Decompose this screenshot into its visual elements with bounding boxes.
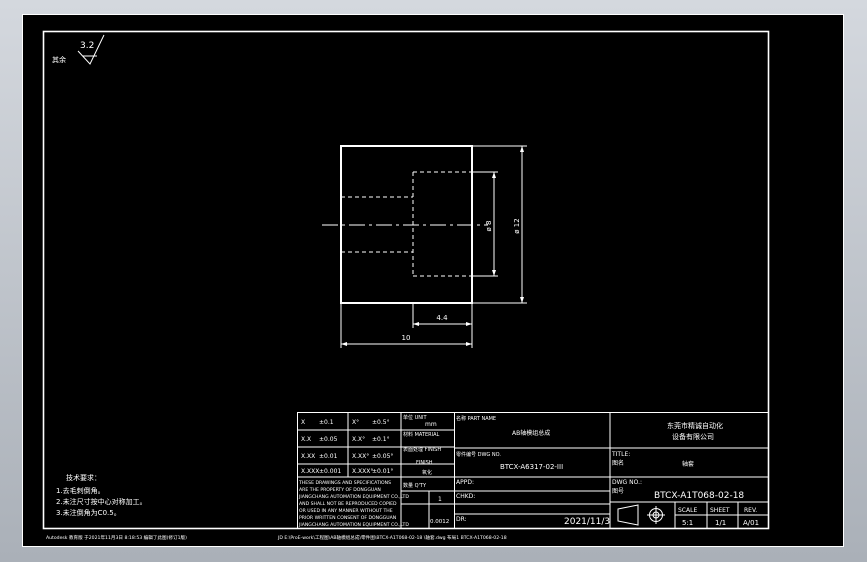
notice-line: PRIOR WRITTEN CONSENT OF DONGGUAN [299,515,396,521]
tol-cell: X.XX° [352,453,369,460]
bore-depth-dimension: 4.4 [436,314,448,322]
qty-label: 数量 Q'TY [403,482,427,489]
technical-notes: 技术要求： 1.去毛刺倒角。 2.未注尺寸按中心对称加工。 3.未注倒角为C0.… [56,473,147,517]
appd-label: APPD: [456,479,474,486]
drawing-sheet: 3.2 其余 ø 8 ø 12 4.4 10 技术要求： 1.去毛刺倒角。 2.… [22,14,844,547]
tol-cell: X.X [301,436,311,443]
company-name: 设备有限公司 [672,432,714,441]
finish-label: 表面处理 FINISH [403,446,441,453]
weight-value: 0.0012 [430,519,449,525]
tol-cell: X.XXX° [352,468,373,475]
tol-cell: ±0.01 [319,453,338,460]
title-value: 轴套 [682,460,694,468]
note-item: 1.去毛刺倒角。 [56,486,105,495]
sheet-label: SHEET [710,507,730,514]
tol-cell: X [301,419,305,426]
tol-cell: ±0.001 [319,468,341,475]
drawing-date: 2021/11/3 [564,517,610,527]
rev-label: REV. [744,507,757,514]
tol-cell: ±0.01° [372,468,393,475]
dwg-no-label: DWG NO.: [612,479,642,486]
part-name-value: AB轴模组总成 [512,429,550,437]
tol-cell: ±0.05 [319,436,338,443]
tol-cell: ±0.1 [319,419,334,426]
tol-cell: ±0.1° [372,436,390,443]
part-view [322,145,488,304]
title-label: TITLE: [611,451,630,458]
tol-cell: X.X° [352,436,365,443]
length-dimension: 10 [402,334,411,342]
notice-line: OR USED IN ANY MANNER WITHOUT THE [299,508,393,514]
outer-border [22,14,844,547]
tolerance-table: X ±0.1 X° ±0.5° X.X ±0.05 X.X° ±0.1° X.X… [297,412,455,529]
notice-line: ARE THE PROPERTY OF DONGGUAN [299,487,381,493]
application-frame: 3.2 其余 ø 8 ø 12 4.4 10 技术要求： 1.去毛刺倒角。 2.… [0,0,867,562]
tol-cell: X.XX [301,453,315,460]
notice-line: AND SHALL NOT BE REPRODUCED COPIED [299,501,397,507]
part-name-label: 名称 PART NAME [456,415,496,422]
tol-cell: ±0.05° [372,453,393,460]
qty-value: 1 [438,496,442,503]
notice-line: THESE DRAWINGS AND SPECIFICATIONS [298,480,391,486]
part-number-value: BTCX-A6317-02-III [500,463,563,471]
tol-cell: ±0.5° [372,419,390,426]
note-item: 3.未注倒角为C0.5。 [56,508,121,517]
dimensions: ø 8 ø 12 4.4 10 [340,145,527,348]
note-item: 2.未注尺寸按中心对称加工。 [56,497,147,506]
scale-label: SCALE [678,507,697,514]
notice-line: JIANGCHANG AUTOMATION EQUIPMENT CO.,LTD [298,494,409,500]
rev-value: A/01 [743,519,759,527]
finish-value-2: 氧化 [422,469,432,476]
dr-label: DR: [456,516,467,523]
notice-line: JIANGCHANG AUTOMATION EQUIPMENT CO.,LTD [298,522,409,528]
footer-left-text: Autodesk 教育版 于2021年11月3日 8:18:53 编辑了此图(修… [46,534,187,541]
dwg-cn-label: 图号 [612,488,624,495]
scale-value: 5:1 [682,519,693,527]
tol-cell: X.XXX [301,468,319,475]
title-cn-label: 图名 [612,459,624,467]
title-block: 名称 PART NAME AB轴模组总成 零件编号 DWG NO. BTCX-A… [454,412,769,529]
unit-value: mm [425,421,437,428]
dwg-no-value: BTCX-A1T068-02-18 [654,491,744,501]
chkd-label: CHKD: [456,493,475,500]
projection-symbol-icon [617,504,665,526]
company-name: 东莞市精诚自动化 [667,421,723,430]
unit-label: 单位 UNIT [403,414,427,421]
outer-diameter-dimension: ø 12 [513,218,521,233]
sheet-value: 1/1 [715,519,726,527]
part-number-label: 零件编号 DWG NO. [456,451,501,458]
inner-diameter-dimension: ø 8 [485,221,493,232]
material-label: 材料 MATERIAL [403,431,440,438]
roughness-value: 3.2 [80,41,94,51]
notes-title: 技术要求： [66,473,101,482]
finish-value: FINISH [416,460,433,466]
roughness-prefix: 其余 [52,55,66,64]
roughness-symbol: 3.2 其余 [52,34,105,65]
tol-cell: X° [352,419,359,426]
drawing-canvas[interactable]: 3.2 其余 ø 8 ø 12 4.4 10 技术要求： 1.去毛刺倒角。 2.… [22,14,844,547]
inner-border [42,30,770,530]
footer-right-text: JD E:\ProE-work\工程图\AB轴模组总成\零件图\BTCX-A1T… [277,534,507,541]
